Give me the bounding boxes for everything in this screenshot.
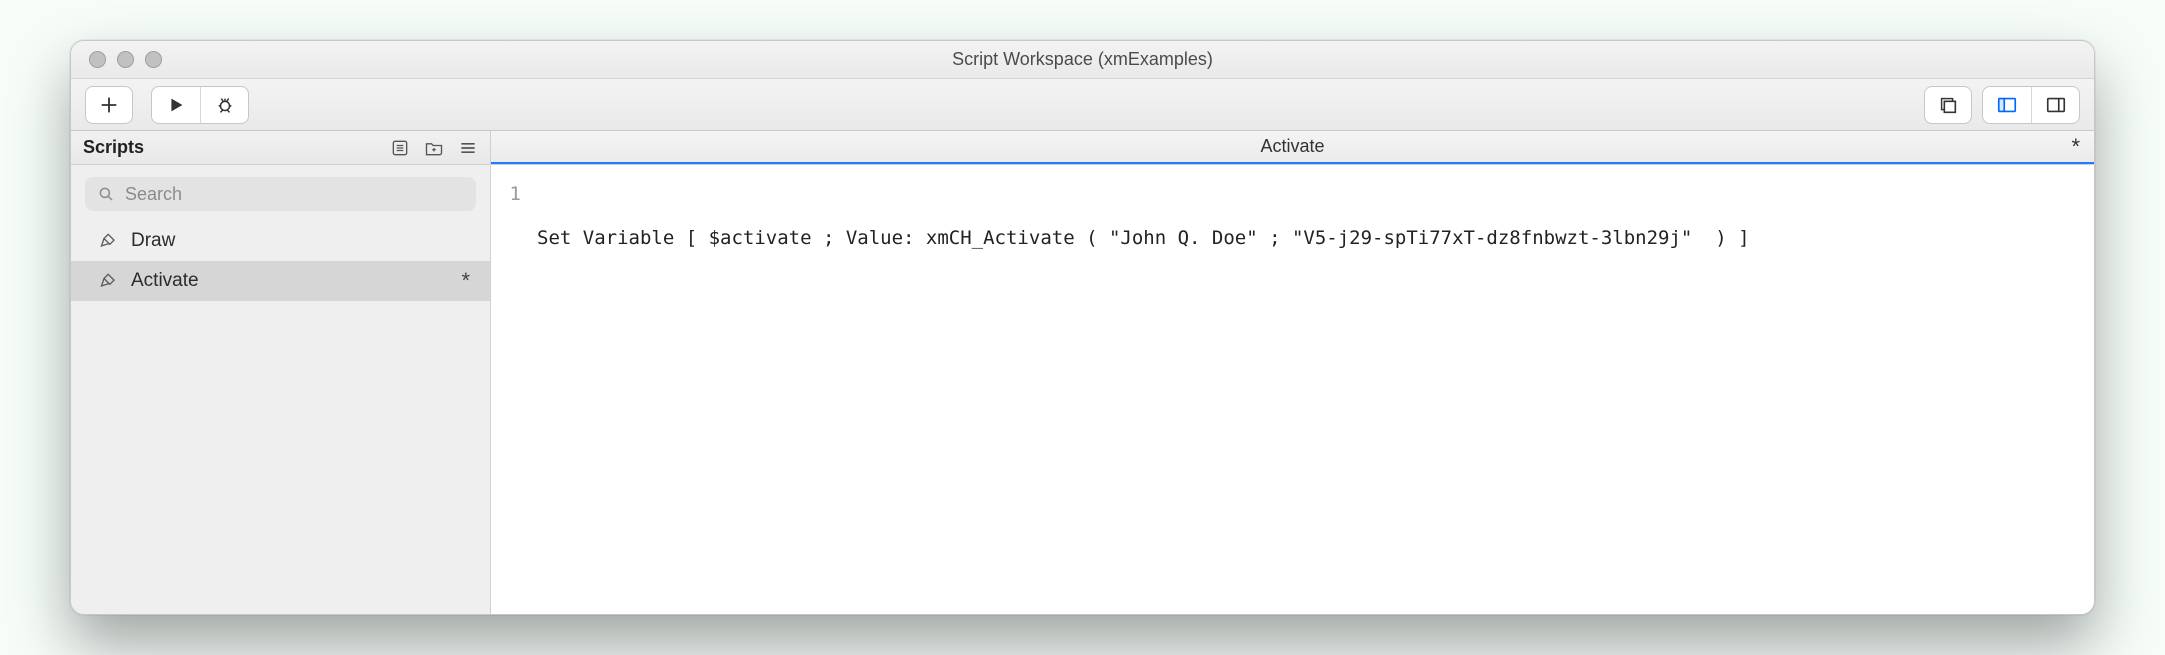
left-pane-toggle[interactable] (1983, 87, 2031, 123)
search-placeholder: Search (125, 184, 182, 205)
script-menu-management-button[interactable] (390, 138, 410, 158)
new-script-button[interactable] (85, 86, 133, 124)
scripts-sidebar: Search Draw Activate * (71, 165, 491, 614)
run-script-button[interactable] (152, 87, 200, 123)
list-item[interactable]: Activate * (71, 261, 490, 301)
scripts-list: Draw Activate * (71, 221, 490, 301)
modified-indicator: * (2071, 134, 2080, 160)
search-icon (97, 185, 115, 203)
modified-indicator: * (461, 268, 470, 294)
line-number-gutter: 1 (491, 165, 531, 614)
script-workspace-window: Script Workspace (xmExamples) (70, 40, 2095, 615)
script-editor[interactable]: 1 Set Variable [ $activate ; Value: xmCH… (491, 165, 2094, 614)
window-title: Script Workspace (xmExamples) (71, 49, 2094, 70)
debug-script-button[interactable] (200, 87, 248, 123)
list-item[interactable]: Draw (71, 221, 490, 261)
search-input[interactable]: Search (85, 177, 476, 211)
lines-icon (458, 138, 478, 158)
code-area[interactable]: Set Variable [ $activate ; Value: xmCH_A… (531, 165, 2094, 614)
view-options-button[interactable] (458, 138, 478, 158)
windows-button[interactable] (1924, 86, 1972, 124)
active-script-title: Activate (1260, 136, 1324, 157)
scripts-panel-header: Scripts (71, 131, 491, 164)
editor-tab-header[interactable]: Activate * (491, 131, 2094, 164)
toolbar (71, 79, 2094, 131)
script-icon (99, 231, 119, 251)
bug-icon (214, 94, 236, 116)
titlebar: Script Workspace (xmExamples) (71, 41, 2094, 79)
body: Search Draw Activate * (71, 165, 2094, 614)
script-name: Activate (131, 270, 199, 292)
stacked-windows-icon (1937, 94, 1959, 116)
script-icon (99, 271, 119, 291)
code-line[interactable]: Set Variable [ $activate ; Value: xmCH_A… (537, 227, 2078, 249)
list-icon (390, 138, 410, 158)
scripts-panel-title: Scripts (83, 137, 144, 158)
layout-toggle-group (1982, 86, 2080, 124)
plus-icon (98, 94, 120, 116)
right-panel-icon (2045, 94, 2067, 116)
new-folder-button[interactable] (424, 138, 444, 158)
run-debug-button-group (151, 86, 249, 124)
header-strip: Scripts Activate * (71, 131, 2094, 165)
line-number: 1 (491, 183, 521, 205)
left-panel-icon (1996, 94, 2018, 116)
play-icon (165, 94, 187, 116)
new-folder-icon (424, 138, 444, 158)
right-pane-toggle[interactable] (2031, 87, 2079, 123)
script-name: Draw (131, 230, 175, 252)
